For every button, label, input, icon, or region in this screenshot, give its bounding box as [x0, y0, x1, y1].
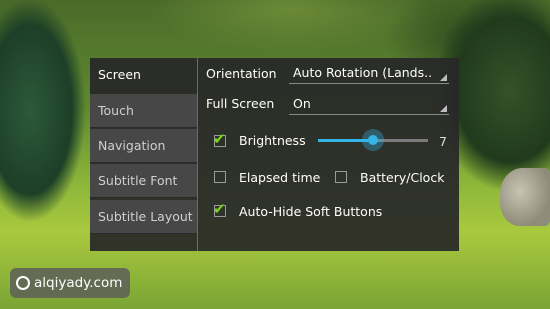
watermark-text: alqiyady.com — [34, 275, 123, 291]
tab-subtitle-font[interactable]: Subtitle Font — [90, 164, 197, 198]
settings-tabs: Screen Touch Navigation Subtitle Font Su… — [90, 58, 198, 251]
tab-subtitle-layout[interactable]: Subtitle Layout — [90, 200, 197, 234]
brightness-value: 7 — [439, 134, 447, 149]
checkmark-icon: ✔ — [213, 130, 226, 148]
brightness-label: Brightness — [239, 133, 306, 148]
elapsed-time-checkbox[interactable] — [214, 171, 226, 183]
orientation-value: Auto Rotation (Lands.. — [293, 65, 433, 80]
brightness-checkbox[interactable]: ✔ — [213, 131, 226, 147]
full-screen-select[interactable]: On — [289, 95, 449, 115]
logo-circle-icon — [16, 276, 30, 290]
tab-screen[interactable]: Screen — [90, 58, 197, 92]
background-rock — [500, 168, 550, 226]
checkmark-icon: ✔ — [213, 200, 226, 218]
full-screen-value: On — [293, 96, 311, 111]
elapsed-time-label: Elapsed time — [239, 170, 321, 185]
dropdown-triangle-icon — [440, 74, 447, 81]
full-screen-label: Full Screen — [206, 96, 275, 111]
brightness-slider[interactable] — [318, 129, 428, 151]
auto-hide-label: Auto-Hide Soft Buttons — [239, 204, 383, 219]
tab-touch[interactable]: Touch — [90, 94, 197, 128]
orientation-select[interactable]: Auto Rotation (Lands.. — [289, 64, 449, 84]
brightness-slider-thumb[interactable] — [362, 129, 384, 151]
settings-dialog: Screen Touch Navigation Subtitle Font Su… — [90, 58, 459, 251]
dropdown-triangle-icon — [440, 105, 447, 112]
battery-clock-label: Battery/Clock — [360, 170, 445, 185]
auto-hide-checkbox[interactable]: ✔ — [213, 201, 226, 217]
tab-navigation[interactable]: Navigation — [90, 129, 197, 163]
watermark-logo: alqiyady.com — [10, 268, 131, 298]
orientation-label: Orientation — [206, 66, 277, 81]
battery-clock-checkbox[interactable] — [335, 171, 347, 183]
